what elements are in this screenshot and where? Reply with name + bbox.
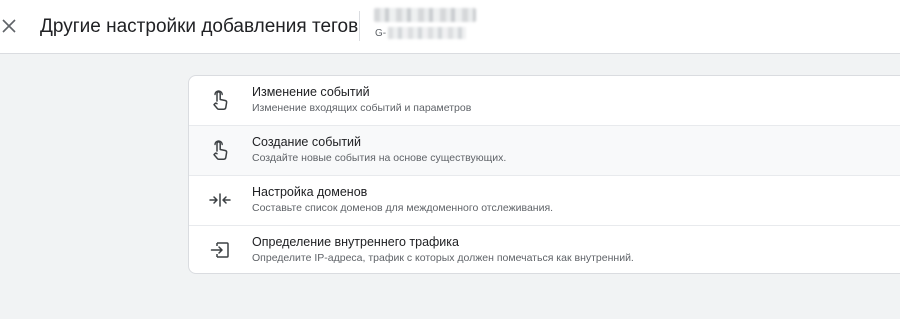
settings-item-description: Изменение входящих событий и параметров <box>252 102 472 114</box>
settings-card: Изменение событий Изменение входящих соб… <box>188 75 900 274</box>
merge-arrows-icon <box>209 189 231 211</box>
settings-item-label: Изменение событий <box>252 85 370 99</box>
stream-id-prefix: G- <box>375 27 387 39</box>
stream-id: G- <box>375 27 467 39</box>
login-arrow-icon <box>209 239 231 261</box>
settings-item-create-events[interactable]: Создание событий Создайте новые события … <box>189 126 900 176</box>
close-button[interactable] <box>0 15 18 37</box>
touch-icon <box>209 139 231 161</box>
settings-item-label: Определение внутреннего трафика <box>252 235 459 249</box>
settings-item-description: Создайте новые события на основе существ… <box>252 152 507 164</box>
settings-item-internal-traffic[interactable]: Определение внутреннего трафика Определи… <box>189 226 900 275</box>
settings-item-modify-events[interactable]: Изменение событий Изменение входящих соб… <box>189 76 900 126</box>
header-divider <box>359 11 360 41</box>
stream-id-redacted <box>388 27 467 39</box>
settings-item-description: Составьте список доменов для междоменног… <box>252 202 554 214</box>
close-icon[interactable] <box>2 19 16 33</box>
settings-item-configure-domains[interactable]: Настройка доменов Составьте список домен… <box>189 176 900 226</box>
stream-name-redacted <box>374 8 476 22</box>
header-bar: Другие настройки добавления тегов G- <box>0 0 900 54</box>
page-title: Другие настройки добавления тегов <box>40 16 359 37</box>
settings-item-label: Создание событий <box>252 135 362 149</box>
settings-item-description: Определите IP-адреса, трафик с которых д… <box>252 252 634 264</box>
settings-item-label: Настройка доменов <box>252 185 368 199</box>
touch-icon <box>209 89 231 111</box>
